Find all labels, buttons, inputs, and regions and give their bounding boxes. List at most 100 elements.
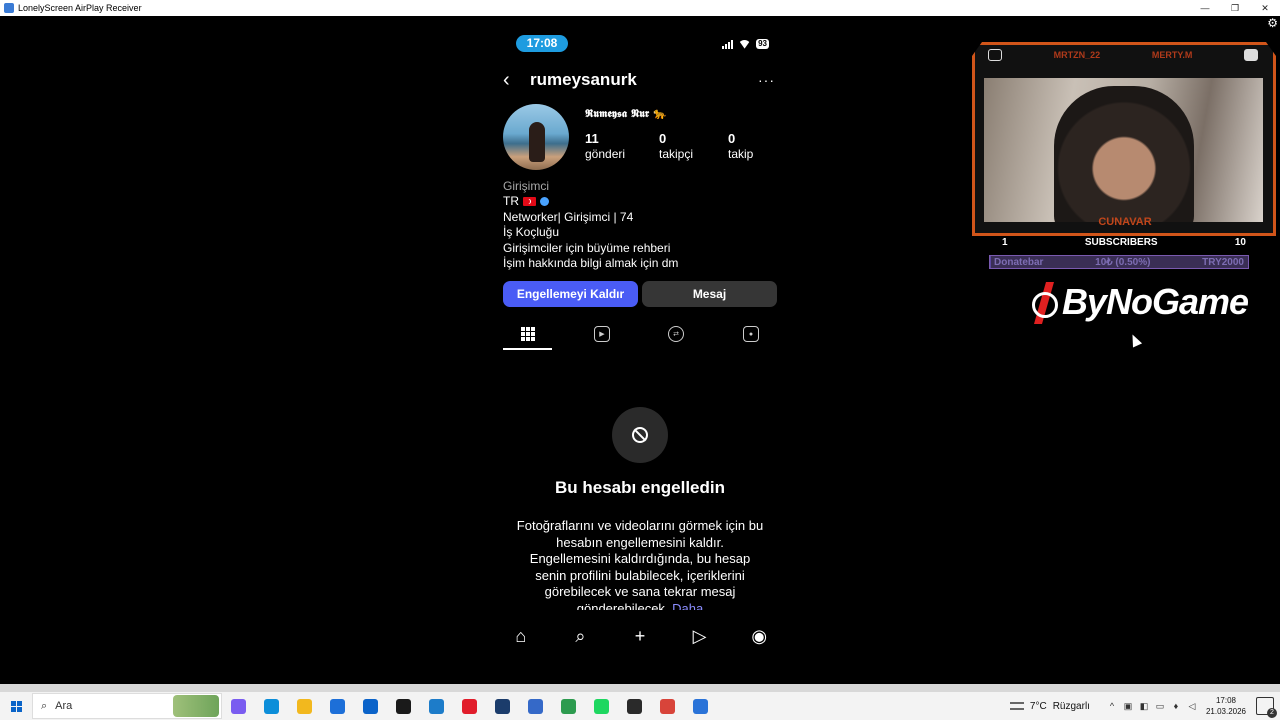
unblock-button[interactable]: Engellemeyi Kaldır xyxy=(503,281,638,307)
subscriber-count: 1 xyxy=(1002,236,1008,248)
app-icon[interactable] xyxy=(519,692,552,720)
explorer-icon[interactable] xyxy=(288,692,321,720)
mouse-cursor xyxy=(1127,332,1143,348)
spotify-icon[interactable] xyxy=(585,692,618,720)
app-icon xyxy=(4,3,14,13)
minimize-button[interactable]: — xyxy=(1190,0,1220,16)
notification-icon[interactable]: 2 xyxy=(1256,697,1277,718)
avatar[interactable] xyxy=(503,104,569,170)
tab-tagged[interactable]: ● xyxy=(726,321,776,347)
clock-date: 21.03.2026 xyxy=(1205,707,1246,716)
bio-country: TR xyxy=(503,194,519,208)
meet-icon[interactable]: ◧ xyxy=(1136,701,1152,712)
profile-icon[interactable]: ◉ xyxy=(745,622,773,650)
weather-widget[interactable]: 7°C Rüzgarlı xyxy=(1009,700,1090,712)
taskbar-apps xyxy=(222,692,717,720)
search-highlight-image xyxy=(173,695,219,717)
chevron-up-icon[interactable]: ^ xyxy=(1104,701,1120,711)
obs-icon[interactable] xyxy=(618,692,651,720)
clock[interactable]: 17:08 21.03.2026 xyxy=(1206,695,1246,717)
bio-country-line: TR xyxy=(503,194,549,208)
opera-icon[interactable] xyxy=(453,692,486,720)
display-name: 𝕽𝖚𝖒𝖊𝖞𝖘𝖆 𝕹𝖚𝖗 🐆 xyxy=(585,107,667,120)
more-icon[interactable]: ··· xyxy=(758,72,775,88)
subscriber-label: SUBSCRIBERS xyxy=(1084,236,1158,248)
blocked-description-text: Fotoğraflarını ve videolarını görmek içi… xyxy=(516,518,764,610)
stat-followers[interactable]: 0 takipçi xyxy=(659,131,693,161)
status-time: 17:08 xyxy=(516,35,568,52)
blocked-icon xyxy=(632,427,648,443)
streamer xyxy=(1054,86,1194,222)
youtube-handle: MERTY.M xyxy=(1151,50,1193,60)
copilot-icon[interactable] xyxy=(222,692,255,720)
security-icon[interactable] xyxy=(387,692,420,720)
back-icon[interactable]: ‹ xyxy=(503,70,519,90)
message-button[interactable]: Mesaj xyxy=(642,281,777,307)
windows-icon xyxy=(10,700,22,712)
stat-label: takip xyxy=(728,147,754,161)
edge-icon[interactable] xyxy=(255,692,288,720)
taskbar-search[interactable]: ⌕ Ara xyxy=(32,693,222,719)
profile-category: Girişimci xyxy=(503,179,549,193)
volume-icon[interactable]: ◁ xyxy=(1184,701,1200,712)
stat-label: gönderi xyxy=(585,147,626,161)
instagram-handle: MRTZN_22 xyxy=(1053,50,1101,60)
blocked-description: Fotoğraflarını ve videolarını görmek içi… xyxy=(515,518,765,610)
globe-icon xyxy=(540,197,549,207)
username: rumeysanurk xyxy=(530,70,637,89)
stat-posts[interactable]: 11 gönderi xyxy=(585,131,625,161)
weather-temp: 7°C xyxy=(1029,700,1047,712)
close-button[interactable]: ✕ xyxy=(1250,0,1280,16)
battery-icon: 93 xyxy=(756,39,769,49)
youtube-icon xyxy=(1243,49,1258,61)
window-title: LonelyScreen AirPlay Receiver xyxy=(18,3,142,13)
reels-icon: ▶ xyxy=(594,326,610,342)
signal-icon xyxy=(722,39,734,49)
gear-icon[interactable]: ⚙ xyxy=(1267,16,1278,30)
stat-value: 11 xyxy=(585,131,599,146)
steam-icon[interactable] xyxy=(486,692,519,720)
blocked-badge xyxy=(612,407,668,463)
bio-line: Networker| Girişimci | 74 xyxy=(503,210,634,224)
repost-icon: ⇄ xyxy=(668,326,684,342)
horizontal-scrollbar[interactable] xyxy=(0,684,1280,692)
maximize-button[interactable]: ❐ xyxy=(1220,0,1250,16)
mail-icon[interactable] xyxy=(354,692,387,720)
tagged-icon: ● xyxy=(743,326,759,342)
tab-grid[interactable] xyxy=(503,321,553,347)
tab-reels[interactable]: ▶ xyxy=(577,321,627,347)
tab-indicator xyxy=(503,348,552,350)
donate-goal: TRY2000 xyxy=(1202,256,1244,268)
microphone-icon[interactable]: ♦ xyxy=(1168,701,1184,711)
reels-icon[interactable]: ▷ xyxy=(686,622,714,650)
bottom-nav: ⌂ ⌕ + ▷ ◉ xyxy=(491,612,789,676)
store-icon[interactable] xyxy=(321,692,354,720)
system-tray: 7°C Rüzgarlı ^ ▣ ◧ ▭ ♦ ◁ 17:08 21.03.202… xyxy=(1009,692,1280,720)
brand-logo: ByNoGame xyxy=(1028,278,1249,326)
subscriber-goal: 10 xyxy=(1234,236,1246,248)
display-icon[interactable]: ▣ xyxy=(1120,701,1136,712)
start-button[interactable] xyxy=(0,692,32,720)
turkey-flag-icon xyxy=(523,197,536,207)
more-link[interactable]: Daha xyxy=(672,601,703,611)
home-icon[interactable]: ⌂ xyxy=(507,622,535,650)
notification-count: 2 xyxy=(1267,708,1277,718)
streamer-name: CUNAVAR xyxy=(1098,216,1152,228)
search-icon[interactable]: ⌕ xyxy=(566,622,594,650)
chrome-icon[interactable] xyxy=(552,692,585,720)
wind-icon xyxy=(1009,702,1024,710)
vscode-icon[interactable] xyxy=(420,692,453,720)
airplay-icon[interactable] xyxy=(684,692,717,720)
bio-line: Girişimciler için büyüme rehberi xyxy=(503,241,671,255)
create-icon[interactable]: + xyxy=(626,622,654,650)
tab-reposts[interactable]: ⇄ xyxy=(651,321,701,347)
stat-following[interactable]: 0 takip xyxy=(728,131,753,161)
network-icon[interactable]: ▭ xyxy=(1152,701,1168,712)
phone-screen: 17:08 93 ‹ rumeysanurk ··· 𝕽𝖚𝖒𝖊𝖞𝖘𝖆 𝕹𝖚𝖗 🐆… xyxy=(491,26,789,676)
profile-header: ‹ rumeysanurk ··· xyxy=(503,68,777,92)
instagram-icon xyxy=(988,49,1002,61)
status-icons: 93 xyxy=(722,39,769,49)
chrome-icon-2[interactable] xyxy=(651,692,684,720)
bio-line: İş Koçluğu xyxy=(503,225,560,239)
donate-bar: Donatebar 10₺ (0.50%) TRY2000 xyxy=(989,255,1249,269)
